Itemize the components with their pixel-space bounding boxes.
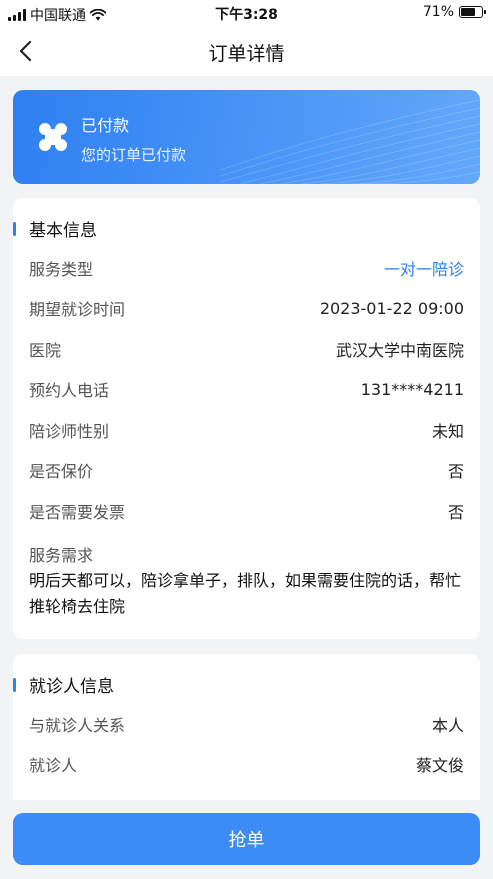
page-title: 订单详情 <box>208 43 285 65</box>
info-row-relationship: 与就诊人关系 本人 <box>29 712 464 736</box>
info-row-phone: 预约人电话 131****4211 <box>29 377 464 401</box>
order-status-card: 已付款 您的订单已付款 <box>13 90 480 184</box>
section-title-basic-info: 基本信息 <box>29 221 97 241</box>
info-row-patient-name: 就诊人 蔡文俊 <box>29 752 464 776</box>
status-time: 下午3:28 <box>215 7 278 23</box>
row-value: 否 <box>447 503 464 522</box>
row-label: 是否需要发票 <box>29 503 126 522</box>
info-row-expected-time: 期望就诊时间 2023-01-22 09:00 <box>29 296 464 320</box>
row-label: 预约人电话 <box>29 381 110 400</box>
info-row-hospital: 医院 武汉大学中南医院 <box>29 337 464 361</box>
battery-percent: 71% <box>422 4 454 20</box>
section-title-patient-info: 就诊人信息 <box>29 677 114 697</box>
service-request-label: 服务需求 <box>29 546 94 565</box>
status-bar: 中国联通 下午3:28 71% <box>0 0 493 26</box>
row-value: 一对一陪诊 <box>383 260 464 279</box>
row-value: 否 <box>447 462 464 481</box>
order-status-title: 已付款 <box>81 116 130 135</box>
row-value: 131****4211 <box>360 379 464 399</box>
service-request-text: 明后天都可以，陪诊拿单子，排队，如果需要住院的话，帮忙推轮椅去住院 <box>29 571 462 616</box>
row-value: 2023-01-22 09:00 <box>319 298 464 318</box>
clover-icon <box>39 123 67 151</box>
section-accent-bar <box>13 222 16 236</box>
row-value: 蔡文俊 <box>415 756 464 775</box>
basic-info-card: 基本信息 服务类型 一对一陪诊 期望就诊时间 2023-01-22 09:00 … <box>13 198 480 639</box>
row-value: 武汉大学中南医院 <box>335 341 464 360</box>
row-label: 陪诊师性别 <box>29 422 110 441</box>
order-status-subtitle: 您的订单已付款 <box>81 146 187 164</box>
info-row-invoice: 是否需要发票 否 <box>29 499 464 523</box>
row-label: 服务类型 <box>29 260 94 279</box>
info-row-service-type: 服务类型 一对一陪诊 <box>29 256 464 280</box>
row-label: 是否保价 <box>29 462 94 481</box>
decorative-wave-pattern <box>220 99 480 184</box>
grab-order-button[interactable]: 抢单 <box>13 813 480 865</box>
row-value: 本人 <box>431 716 464 735</box>
row-label: 与就诊人关系 <box>29 716 126 735</box>
row-label: 医院 <box>29 341 62 360</box>
navigation-bar: 订单详情 <box>0 26 493 76</box>
battery-icon <box>459 6 486 18</box>
row-label: 期望就诊时间 <box>29 300 126 319</box>
row-label: 就诊人 <box>29 756 78 775</box>
info-row-insured: 是否保价 否 <box>29 458 464 482</box>
battery-fill <box>461 8 476 16</box>
row-value: 未知 <box>431 422 464 441</box>
info-row-escort-gender: 陪诊师性别 未知 <box>29 418 464 442</box>
status-right: 71% <box>422 4 486 20</box>
section-accent-bar <box>13 678 16 692</box>
